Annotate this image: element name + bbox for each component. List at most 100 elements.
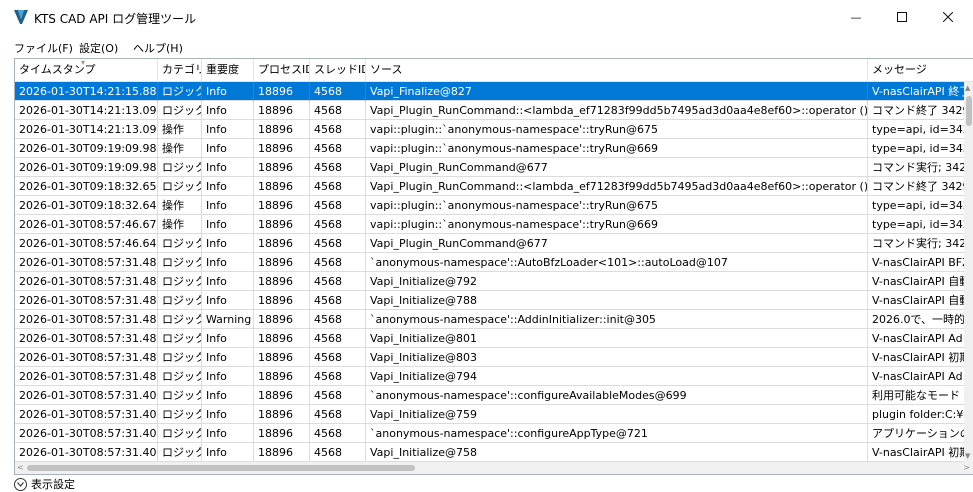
cell-message: アプリケーションのタ bbox=[868, 424, 973, 443]
cell-severity: Info bbox=[202, 348, 254, 367]
column-header-severity[interactable]: 重要度 bbox=[202, 59, 254, 81]
cell-severity: Info bbox=[202, 82, 254, 101]
cell-source: Vapi_Initialize@759 bbox=[366, 405, 868, 424]
table-row[interactable]: 2026-01-30T08:57:31.401 ロジック Info 18896 4568… bbox=[15, 443, 973, 462]
menu-settings[interactable]: 設定(O) bbox=[79, 40, 118, 56]
table-row[interactable]: 2026-01-30T08:57:31.405 ロジック Info 18896 4568… bbox=[15, 405, 973, 424]
cell-category: ロジック bbox=[158, 253, 202, 272]
cell-message: type=api, id=342 bbox=[868, 196, 973, 215]
cell-severity: Info bbox=[202, 329, 254, 348]
cell-thread-id: 4568 bbox=[310, 272, 366, 291]
menu-help[interactable]: ヘルプ(H) bbox=[133, 40, 183, 56]
cell-message: V-nasClairAPI Ad bbox=[868, 329, 973, 348]
menu-bar: ファイル(F) 設定(O) ヘルプ(H) bbox=[0, 38, 973, 56]
cell-severity: Info bbox=[202, 196, 254, 215]
cell-category: ロジック bbox=[158, 272, 202, 291]
cell-thread-id: 4568 bbox=[310, 234, 366, 253]
cell-severity: Info bbox=[202, 215, 254, 234]
cell-category: ロジック bbox=[158, 348, 202, 367]
cell-timestamp: 2026-01-30T14:21:13.092 bbox=[15, 101, 158, 120]
table-row[interactable]: 2026-01-30T08:57:31.483 ロジック Warning 18896 4… bbox=[15, 310, 973, 329]
table-row[interactable]: 2026-01-30T09:19:09.986 操作 Info 18896 4568 va… bbox=[15, 139, 973, 158]
column-header-timestamp[interactable]: ▾ タイムスタンプ bbox=[15, 59, 158, 81]
cell-thread-id: 4568 bbox=[310, 386, 366, 405]
cell-process-id: 18896 bbox=[254, 329, 310, 348]
cell-category: ロジック bbox=[158, 234, 202, 253]
scroll-left-icon[interactable]: < bbox=[17, 462, 24, 474]
cell-severity: Info bbox=[202, 120, 254, 139]
table-row[interactable]: 2026-01-30T08:57:46.674 操作 Info 18896 4568 va… bbox=[15, 215, 973, 234]
cell-category: ロジック bbox=[158, 101, 202, 120]
scroll-down-icon[interactable]: ▼ bbox=[965, 452, 970, 460]
cell-timestamp: 2026-01-30T08:57:46.674 bbox=[15, 215, 158, 234]
maximize-button[interactable] bbox=[879, 0, 925, 34]
cell-process-id: 18896 bbox=[254, 386, 310, 405]
table-row[interactable]: 2026-01-30T08:57:31.483 ロジック Info 18896 4568… bbox=[15, 329, 973, 348]
column-header-source[interactable]: ソース bbox=[366, 59, 868, 81]
cell-category: ロジック bbox=[158, 443, 202, 462]
table-row[interactable]: 2026-01-30T14:21:15.880 ロジック Info 18896 4568… bbox=[15, 82, 973, 101]
cell-source: Vapi_Plugin_RunCommand@677 bbox=[366, 158, 868, 177]
cell-message: コマンド終了 3429 bbox=[868, 177, 973, 196]
cell-severity: Info bbox=[202, 177, 254, 196]
cell-source: `anonymous-namespace'::AddinInitializer:… bbox=[366, 310, 868, 329]
sort-indicator-icon: ▾ bbox=[81, 59, 86, 67]
cell-message: type=api, id=342 bbox=[868, 120, 973, 139]
table-row[interactable]: 2026-01-30T08:57:31.483 ロジック Info 18896 4568… bbox=[15, 348, 973, 367]
table-row[interactable]: 2026-01-30T08:57:31.483 ロジック Info 18896 4568… bbox=[15, 253, 973, 272]
cell-timestamp: 2026-01-30T08:57:31.483 bbox=[15, 329, 158, 348]
horizontal-scrollbar[interactable]: < > bbox=[15, 462, 973, 474]
cell-message: V-nasClairAPI BFZ bbox=[868, 253, 973, 272]
cell-process-id: 18896 bbox=[254, 424, 310, 443]
menu-file[interactable]: ファイル(F) bbox=[14, 40, 73, 56]
table-row[interactable]: 2026-01-30T14:21:13.092 ロジック Info 18896 4568… bbox=[15, 101, 973, 120]
table-row[interactable]: 2026-01-30T08:57:31.405 ロジック Info 18896 4568… bbox=[15, 424, 973, 443]
cell-category: ロジック bbox=[158, 177, 202, 196]
cell-thread-id: 4568 bbox=[310, 291, 366, 310]
cell-thread-id: 4568 bbox=[310, 367, 366, 386]
scroll-up-icon[interactable]: ▲ bbox=[965, 84, 970, 92]
cell-severity: Info bbox=[202, 367, 254, 386]
display-settings-toggle[interactable]: 表示設定 bbox=[14, 476, 75, 492]
table-row[interactable]: 2026-01-30T14:21:13.090 操作 Info 18896 4568 va… bbox=[15, 120, 973, 139]
column-header-category[interactable]: カテゴリ bbox=[158, 59, 202, 81]
column-header-message[interactable]: メッセージ bbox=[868, 59, 973, 81]
cell-process-id: 18896 bbox=[254, 177, 310, 196]
table-row[interactable]: 2026-01-30T09:18:32.649 操作 Info 18896 4568 va… bbox=[15, 196, 973, 215]
cell-thread-id: 4568 bbox=[310, 196, 366, 215]
cell-process-id: 18896 bbox=[254, 139, 310, 158]
table-row[interactable]: 2026-01-30T08:57:31.483 ロジック Info 18896 4568… bbox=[15, 291, 973, 310]
minimize-button[interactable]: — bbox=[833, 0, 879, 34]
cell-source: vapi::plugin::`anonymous-namespace'::try… bbox=[366, 120, 868, 139]
table-row[interactable]: 2026-01-30T08:57:31.483 ロジック Info 18896 4568… bbox=[15, 272, 973, 291]
cell-thread-id: 4568 bbox=[310, 405, 366, 424]
table-row[interactable]: 2026-01-30T08:57:31.405 ロジック Info 18896 4568… bbox=[15, 386, 973, 405]
cell-message: type=api, id=342 bbox=[868, 215, 973, 234]
column-header-thread-id[interactable]: スレッドID bbox=[310, 59, 366, 81]
table-row[interactable]: 2026-01-30T08:57:31.483 ロジック Info 18896 4568… bbox=[15, 367, 973, 386]
cell-timestamp: 2026-01-30T08:57:31.483 bbox=[15, 310, 158, 329]
cell-source: `anonymous-namespace'::configureAvailabl… bbox=[366, 386, 868, 405]
cell-thread-id: 4568 bbox=[310, 158, 366, 177]
table-row[interactable]: 2026-01-30T09:19:09.986 ロジック Info 18896 4568… bbox=[15, 158, 973, 177]
cell-process-id: 18896 bbox=[254, 253, 310, 272]
cell-source: Vapi_Plugin_RunCommand@677 bbox=[366, 234, 868, 253]
cell-source: Vapi_Initialize@792 bbox=[366, 272, 868, 291]
scroll-right-icon[interactable]: > bbox=[963, 462, 970, 474]
cell-timestamp: 2026-01-30T08:57:31.405 bbox=[15, 405, 158, 424]
vertical-scroll-thumb[interactable] bbox=[966, 96, 972, 126]
column-header-process-id[interactable]: プロセスID bbox=[254, 59, 310, 81]
cell-message: V-nasClairAPI 終了 bbox=[868, 82, 973, 101]
close-button[interactable] bbox=[925, 0, 971, 34]
horizontal-scroll-thumb[interactable] bbox=[27, 465, 415, 471]
cell-thread-id: 4568 bbox=[310, 253, 366, 272]
cell-message: 2026.0で、一時的 bbox=[868, 310, 973, 329]
table-row[interactable]: 2026-01-30T08:57:46.642 ロジック Info 18896 4568… bbox=[15, 234, 973, 253]
table-row[interactable]: 2026-01-30T09:18:32.650 ロジック Info 18896 4568… bbox=[15, 177, 973, 196]
cell-timestamp: 2026-01-30T08:57:31.405 bbox=[15, 386, 158, 405]
cell-source: vapi::plugin::`anonymous-namespace'::try… bbox=[366, 139, 868, 158]
cell-severity: Warning bbox=[202, 310, 254, 329]
cell-category: ロジック bbox=[158, 158, 202, 177]
cell-source: `anonymous-namespace'::AutoBfzLoader<101… bbox=[366, 253, 868, 272]
vertical-scrollbar[interactable]: ▲ ▼ bbox=[964, 82, 973, 462]
